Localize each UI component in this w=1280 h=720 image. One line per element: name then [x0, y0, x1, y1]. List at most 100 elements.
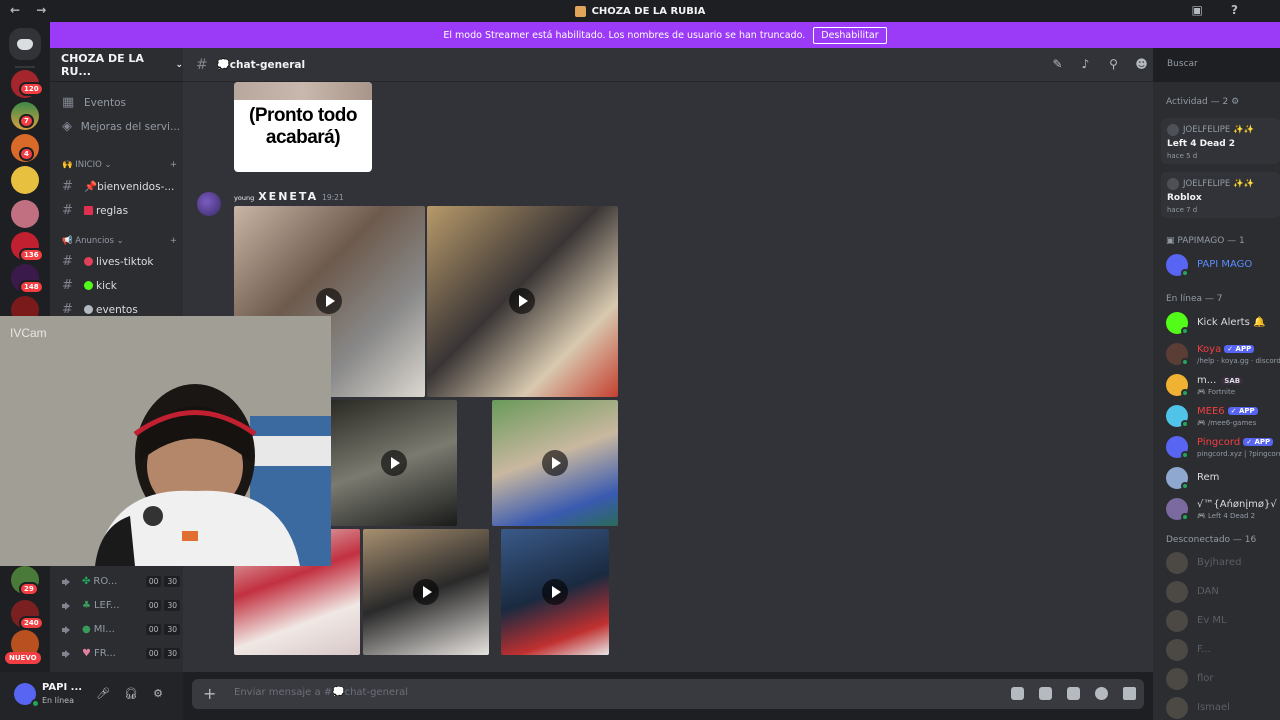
member-item[interactable]: Rem: [1166, 467, 1280, 491]
play-icon[interactable]: [509, 288, 535, 314]
bell-icon[interactable]: ♪: [1079, 58, 1092, 71]
member-item[interactable]: Byjhared: [1166, 552, 1280, 576]
mention-badge: 29: [19, 582, 39, 596]
clover-emoji: ✤: [82, 576, 91, 587]
channel-lives-tiktok[interactable]: # lives-tiktok: [62, 254, 180, 269]
user-limit: 30: [164, 624, 180, 635]
gif-icon[interactable]: [1039, 687, 1052, 700]
mention-badge: 136: [19, 248, 44, 262]
play-icon[interactable]: [542, 579, 568, 605]
home-button[interactable]: [9, 28, 41, 60]
member-name-text: MEE6: [1197, 406, 1225, 417]
window-controls[interactable]: ▣ ?: [1192, 3, 1250, 17]
member-item[interactable]: Pingcord ✓ APP pingcord.xyz | ?pingcord: [1166, 436, 1280, 460]
member-item[interactable]: Ev ML: [1166, 610, 1280, 634]
voice-channel[interactable]: ♥ FR... 00 30: [62, 648, 180, 659]
settings-icon[interactable]: ⚙: [152, 688, 164, 700]
member-item[interactable]: Koya ✓ APP/help · koya.gg · discord: [1166, 343, 1280, 367]
emoji-icon: ♣: [82, 600, 91, 611]
username[interactable]: PAPI ...: [42, 682, 82, 693]
category-anuncios[interactable]: 📢 Anuncios ⌄ +: [62, 236, 177, 246]
avatar: [1166, 668, 1188, 690]
mic-icon[interactable]: 🎤︎: [96, 688, 110, 700]
server-avatar[interactable]: [11, 200, 39, 228]
apps-icon[interactable]: [1123, 687, 1136, 700]
add-attachment-icon[interactable]: +: [203, 684, 216, 703]
add-channel-icon[interactable]: +: [170, 160, 177, 170]
message-composer[interactable]: + Enviar mensaje a #💭chat-general: [192, 679, 1144, 709]
boosts-item[interactable]: ◈ Mejoras del servi...: [62, 119, 180, 134]
author-name: XENETA: [258, 190, 319, 203]
server-avatar[interactable]: [11, 166, 39, 194]
server-name: CHOZA DE LA RU...: [61, 51, 144, 78]
play-icon[interactable]: [316, 288, 342, 314]
member-item[interactable]: PAPI MAGO: [1166, 254, 1280, 278]
mention-badge: 120: [19, 82, 44, 96]
disable-streamer-button[interactable]: Deshabilitar: [813, 26, 887, 44]
search-input[interactable]: Buscar: [1161, 55, 1280, 75]
member-item[interactable]: m... SAB 🎮 Fortnite: [1166, 374, 1280, 398]
sticker-icon[interactable]: [1067, 687, 1080, 700]
app-badge: ✓ APP: [1224, 345, 1255, 353]
member-item[interactable]: F...: [1166, 639, 1280, 663]
video-attachment[interactable]: [492, 400, 618, 526]
user-count: 00: [145, 648, 162, 659]
member-item[interactable]: MEE6 ✓ APP 🎮 /mee6-games: [1166, 405, 1280, 429]
speaker-icon: [62, 601, 72, 610]
online-status-icon: [1181, 389, 1189, 397]
channel-eventos[interactable]: # eventos: [62, 302, 180, 317]
play-icon[interactable]: [542, 450, 568, 476]
member-name: Byjhared: [1197, 557, 1242, 568]
activity-card[interactable]: JOELFELIPE ✨✨ Left 4 Dead 2 hace 5 d: [1161, 118, 1280, 164]
activity-card[interactable]: JOELFELIPE ✨✨ Roblox hace 7 d: [1161, 172, 1280, 218]
member-item[interactable]: Kick Alerts 🔔: [1166, 312, 1280, 336]
voice-channel[interactable]: ♣ LEF... 00 30: [62, 600, 180, 611]
headphones-icon[interactable]: 🎧︎: [124, 688, 138, 700]
voice-channel[interactable]: ✤ RO... 00 30: [62, 576, 180, 587]
channel-title: 💭chat-general: [216, 59, 306, 71]
sticker-image: (Pronto todo acabará): [234, 82, 372, 172]
channel-bienvenidos[interactable]: # 📌 bienvenidos-...: [62, 179, 180, 194]
message-input[interactable]: Enviar mensaje a #💭chat-general: [234, 687, 408, 698]
video-attachment[interactable]: [501, 529, 609, 655]
add-channel-icon[interactable]: +: [170, 236, 177, 246]
emoji-icon[interactable]: [1095, 687, 1108, 700]
mention-badge: 4: [19, 147, 34, 161]
emoji-icon: [84, 281, 93, 290]
nav-arrows[interactable]: ← →: [10, 3, 52, 17]
webcam-video: [0, 316, 331, 566]
video-attachment[interactable]: [331, 400, 457, 526]
boosts-label: Mejoras del servi...: [80, 120, 180, 133]
speaker-icon: [62, 577, 72, 586]
play-icon[interactable]: [413, 579, 439, 605]
user-limit: 30: [164, 648, 180, 659]
server-header[interactable]: CHOZA DE LA RU... ⌄: [50, 48, 183, 82]
threads-icon[interactable]: ✎: [1051, 58, 1064, 71]
member-item[interactable]: flor: [1166, 668, 1280, 692]
member-item[interactable]: Ismael: [1166, 697, 1280, 720]
channel-reglas[interactable]: # reglas: [62, 203, 180, 218]
member-item[interactable]: DAN: [1166, 581, 1280, 605]
online-status-icon: [1181, 420, 1189, 428]
pin-icon[interactable]: ⚲: [1107, 58, 1120, 71]
video-attachment[interactable]: [427, 206, 618, 397]
avatar[interactable]: [197, 192, 221, 216]
events-item[interactable]: ▦ Eventos: [62, 95, 180, 110]
member-item[interactable]: √™{Ańønįmø}√ 🎮 Left 4 Dead 2: [1166, 498, 1280, 522]
channel-label: lives-tiktok: [96, 255, 154, 268]
member-name: PAPI MAGO: [1197, 259, 1253, 270]
emoji-icon: [84, 305, 93, 314]
gift-icon[interactable]: [1011, 687, 1024, 700]
timestamp: 19:21: [322, 193, 344, 202]
members-icon[interactable]: ☻: [1135, 58, 1148, 71]
channel-kick[interactable]: # kick: [62, 278, 180, 293]
member-name: Koya ✓ APP: [1197, 344, 1255, 355]
play-icon[interactable]: [381, 450, 407, 476]
video-attachment[interactable]: [363, 529, 489, 655]
voice-channel[interactable]: ● MI... 00 30: [62, 624, 180, 635]
category-inicio[interactable]: 🙌 INICIO ⌄ +: [62, 160, 177, 170]
online-status-icon: [1181, 482, 1189, 490]
streamer-mode-banner: El modo Streamer está habilitado. Los no…: [50, 22, 1280, 48]
avatar: [1166, 581, 1188, 603]
message-author[interactable]: young XENETA 19:21: [234, 190, 344, 203]
